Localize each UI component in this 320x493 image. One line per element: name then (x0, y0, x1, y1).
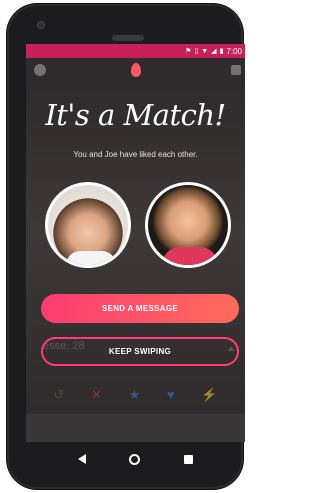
status-time: 7:00 (226, 46, 242, 56)
keep-swiping-button[interactable]: KEEP SWIPING (41, 337, 239, 366)
send-message-button[interactable]: SEND A MESSAGE (41, 294, 239, 323)
swipe-action-bar: ↺ ✕ ★ ♥ ⚡ (26, 374, 245, 414)
back-icon[interactable] (77, 454, 86, 464)
profile-icon[interactable] (34, 64, 46, 76)
your-avatar (45, 182, 131, 268)
signal-icon: ◢ (211, 47, 217, 55)
avatar-clothing (162, 247, 218, 265)
nope-icon[interactable]: ✕ (91, 388, 102, 401)
wifi-icon: ▼ (201, 47, 209, 55)
recent-apps-icon[interactable] (184, 454, 194, 464)
boost-icon[interactable]: ⚡ (201, 388, 217, 401)
app-screen: ⚑ ▯ ▼ ◢ ▮ 7:00 It's a Match! You and Joe… (26, 44, 245, 442)
vibrate-icon: ▯ (194, 47, 199, 55)
match-title: It's a Match! (45, 98, 226, 132)
front-camera-icon (37, 21, 45, 29)
like-icon[interactable]: ♥ (167, 388, 175, 401)
battery-icon: ▮ (219, 47, 224, 55)
match-avatar (145, 182, 231, 268)
rewind-icon[interactable]: ↺ (53, 388, 64, 401)
match-subtitle: You and Joe have liked each other. (73, 150, 198, 159)
location-icon: ⚑ (185, 47, 192, 55)
home-icon[interactable] (129, 453, 141, 465)
avatar-clothing (66, 251, 116, 265)
info-arrow-icon (228, 346, 234, 351)
flame-logo-icon (131, 63, 141, 77)
status-bar: ⚑ ▯ ▼ ◢ ▮ 7:00 (26, 44, 245, 58)
speaker-grille (112, 35, 144, 41)
app-header (26, 58, 245, 84)
android-nav-bar (26, 446, 245, 472)
superlike-icon[interactable]: ★ (129, 388, 141, 401)
messages-icon[interactable] (231, 65, 241, 75)
